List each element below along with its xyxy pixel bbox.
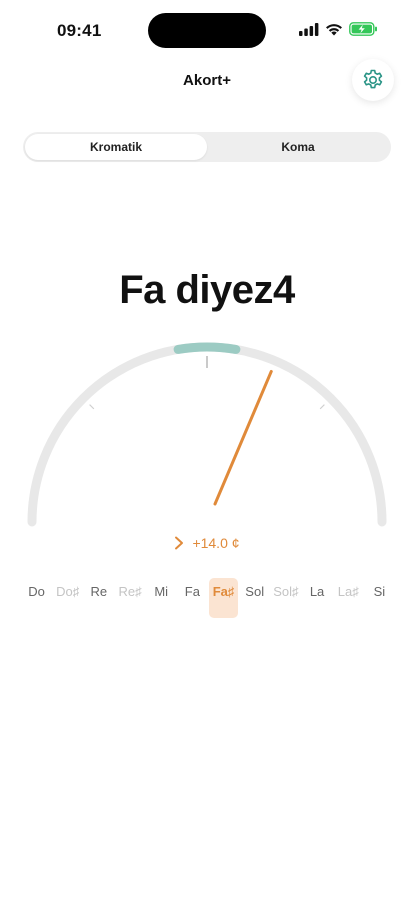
tuning-gauge xyxy=(27,342,387,527)
note-cell: Sol xyxy=(245,584,265,599)
cents-value: +14.0 ¢ xyxy=(192,535,240,551)
note-cell: La♯ xyxy=(337,584,359,599)
in-tune-zone xyxy=(173,342,241,354)
note-cell: Do xyxy=(28,584,45,599)
segment-kromatik[interactable]: Kromatik xyxy=(25,134,207,160)
note-cell: Re xyxy=(90,584,108,599)
cellular-signal-icon xyxy=(299,22,319,36)
note-cell: Sol♯ xyxy=(273,584,299,599)
detected-note: Fa diyez4 xyxy=(119,268,295,312)
segment-koma[interactable]: Koma xyxy=(207,134,389,160)
note-cell-active: Fa♯ xyxy=(209,578,239,618)
note-cell: La xyxy=(309,584,325,599)
wifi-icon xyxy=(326,23,342,35)
gauge-track xyxy=(27,342,387,527)
cents-readout: +14.0 ¢ xyxy=(0,535,414,551)
battery-charging-icon xyxy=(349,22,377,36)
status-time: 09:41 xyxy=(57,21,102,40)
settings-button[interactable] xyxy=(352,59,394,101)
gear-icon xyxy=(363,69,383,89)
status-icons xyxy=(299,22,378,36)
status-bar: 09:41 xyxy=(0,0,414,56)
note-cell: Mi xyxy=(154,584,169,599)
note-cell: Re♯ xyxy=(118,584,142,599)
header: Akort+ xyxy=(0,56,414,104)
tuning-needle xyxy=(213,369,273,506)
dynamic-island xyxy=(148,13,266,48)
left-tick xyxy=(89,404,95,410)
mode-segmented-control: Kromatik Koma xyxy=(23,132,391,162)
note-cell: Si xyxy=(373,584,386,599)
note-strip: Do Do♯ Re Re♯ Mi Fa Fa♯ Sol Sol♯ La La♯ Si xyxy=(22,578,394,618)
chevron-right-icon xyxy=(175,536,184,550)
right-tick xyxy=(319,404,325,410)
note-cell: Fa xyxy=(184,584,200,599)
note-cell: Do♯ xyxy=(56,584,80,599)
